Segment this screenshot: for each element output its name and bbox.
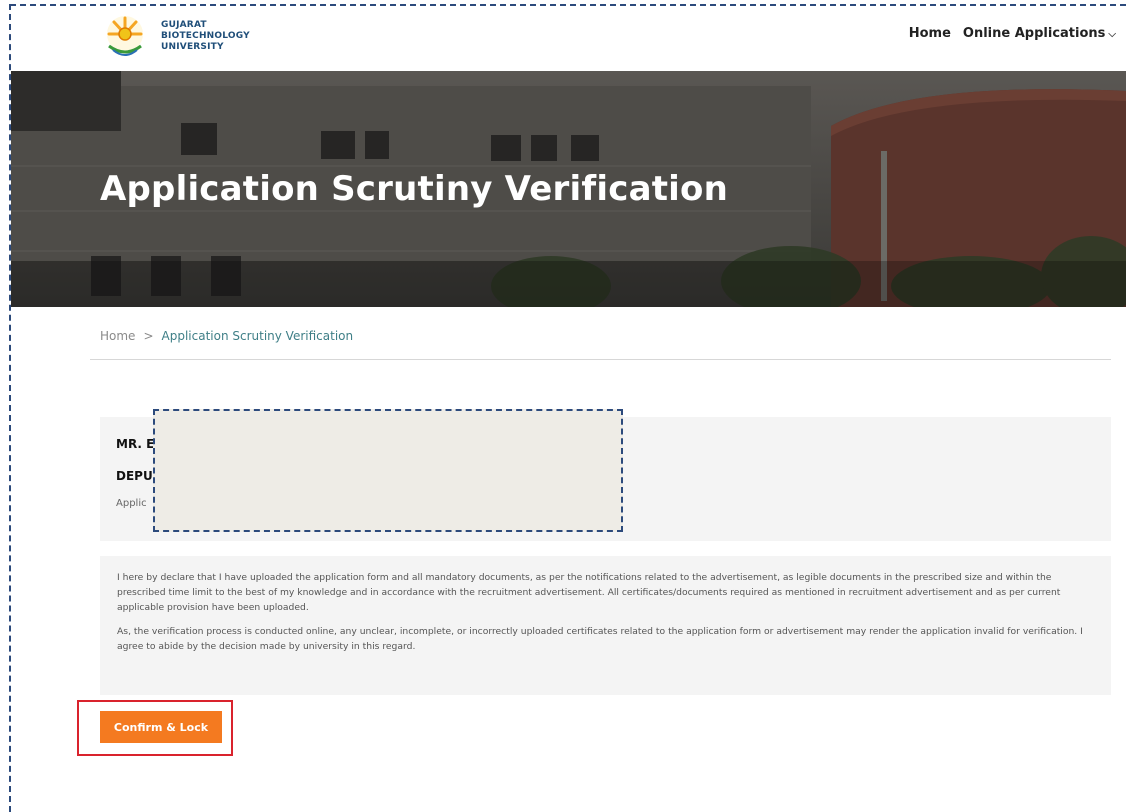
- breadcrumb-home-link[interactable]: Home: [100, 329, 135, 343]
- declaration-box: I here by declare that I have uploaded t…: [100, 556, 1111, 695]
- declaration-paragraph: As, the verification process is conducte…: [117, 626, 1083, 652]
- breadcrumb-divider: [90, 359, 1111, 360]
- confirm-lock-button[interactable]: Confirm & Lock: [100, 711, 222, 743]
- redaction-overlay: [153, 409, 623, 532]
- declaration-paragraph: I here by declare that I have uploaded t…: [117, 572, 1061, 613]
- breadcrumb-separator-icon: >: [143, 329, 154, 343]
- main-nav: Home Online Applications ⌵: [909, 26, 1116, 41]
- page-title: Application Scrutiny Verification: [100, 169, 728, 209]
- breadcrumb-current: Application Scrutiny Verification: [161, 329, 354, 343]
- applicant-post: DEPU: [116, 469, 153, 483]
- nav-home-link[interactable]: Home: [909, 26, 951, 41]
- site-header: GUJARAT BIOTECHNOLOGY UNIVERSITY Home On…: [11, 6, 1126, 71]
- university-name: GUJARAT BIOTECHNOLOGY UNIVERSITY: [161, 20, 250, 52]
- nav-online-applications-menu[interactable]: Online Applications ⌵: [963, 26, 1116, 41]
- hero-banner: Application Scrutiny Verification: [11, 71, 1126, 307]
- application-number: Applic: [116, 498, 147, 509]
- chevron-down-icon: ⌵: [1108, 29, 1116, 40]
- university-logo-icon[interactable]: [101, 14, 149, 62]
- nav-online-applications-label: Online Applications: [962, 26, 1106, 41]
- breadcrumb: Home > Application Scrutiny Verification: [100, 329, 353, 343]
- applicant-name: MR. E: [116, 437, 155, 451]
